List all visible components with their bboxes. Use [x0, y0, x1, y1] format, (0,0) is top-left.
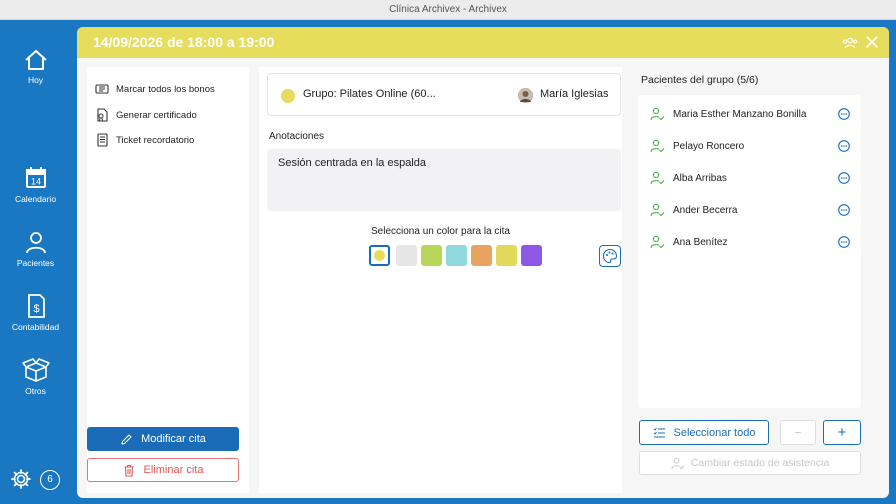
action-label: Ticket recordatorio [116, 134, 195, 146]
nav-item-otros[interactable]: Otros [0, 357, 71, 396]
group-card[interactable]: Grupo: Pilates Online (60... María Igles… [267, 73, 621, 116]
select-all-button[interactable]: Seleccionar todo [639, 420, 769, 445]
color-swatch-selected[interactable] [369, 245, 390, 266]
list-check-icon [653, 427, 665, 438]
change-attendance-button[interactable]: Cambiar estado de asistencia [639, 451, 861, 475]
pencil-icon [121, 433, 132, 445]
reminder-ticket-action[interactable]: Ticket recordatorio [95, 133, 194, 147]
attendance-label: Cambiar estado de asistencia [690, 457, 830, 469]
list-item[interactable]: Alba Arribas [650, 168, 850, 188]
list-item[interactable]: Pelayo Roncero [650, 136, 850, 156]
delete-appointment-button[interactable]: Eliminar cita [87, 458, 239, 482]
receipt-icon [97, 133, 108, 147]
annotations-field[interactable]: Sesión centrada en la espalda [267, 149, 621, 211]
color-swatch[interactable] [471, 245, 492, 266]
patient-name: Pelayo Roncero [673, 140, 745, 152]
actions-panel: Marcar todos los bonos Generar certifica… [87, 67, 249, 493]
patient-name: Ana Benítez [673, 236, 728, 248]
avatar [518, 88, 533, 103]
user-check-icon [650, 235, 665, 249]
nav-label: Contabilidad [11, 322, 60, 332]
color-swatch[interactable] [446, 245, 467, 266]
more-options-icon[interactable] [838, 204, 850, 216]
modify-appointment-button[interactable]: Modificar cita [87, 427, 239, 451]
patient-name: Maria Esther Manzano Bonilla [673, 108, 807, 120]
palette-icon [602, 248, 618, 264]
nav-item-calendario[interactable]: 14 Calendario [0, 165, 71, 204]
notification-badge[interactable]: 6 [40, 470, 60, 490]
nav-label: Pacientes [16, 258, 55, 268]
home-icon [24, 50, 47, 70]
box-icon [21, 358, 50, 382]
trash-icon [124, 464, 134, 477]
modal-title: 14/09/2026 de 18:00 a 19:00 [93, 34, 275, 50]
more-options-icon[interactable] [838, 172, 850, 184]
color-picker-label: Selecciona un color para la cita [371, 226, 510, 237]
appointment-modal: 14/09/2026 de 18:00 a 19:00 Marcar todos… [77, 27, 889, 498]
invoice-icon: $ [27, 294, 45, 318]
action-label: Generar certificado [116, 109, 197, 121]
patient-name: Ander Becerra [673, 204, 738, 216]
user-check-icon [650, 107, 665, 121]
ticket-icon [95, 84, 109, 94]
patients-list: Maria Esther Manzano Bonilla Pelayo Ronc… [638, 95, 861, 408]
modify-label: Modificar cita [141, 433, 206, 445]
appointment-details: Grupo: Pilates Online (60... María Igles… [259, 67, 622, 493]
certificate-icon [97, 108, 108, 122]
add-patient-button[interactable]: + [823, 420, 861, 445]
remove-patient-button[interactable]: − [780, 420, 816, 445]
list-item[interactable]: Ana Benítez [650, 232, 850, 252]
patients-panel: Pacientes del grupo (5/6) Maria Esther M… [632, 67, 882, 493]
gear-icon [11, 469, 31, 489]
action-label: Marcar todos los bonos [116, 83, 215, 95]
more-options-icon[interactable] [838, 108, 850, 120]
color-swatch[interactable] [496, 245, 517, 266]
patient-name: Alba Arribas [673, 172, 727, 184]
user-check-icon [650, 203, 665, 217]
therapist-name: María Iglesias [540, 88, 609, 100]
settings-button[interactable] [10, 468, 32, 495]
user-check-icon [671, 457, 685, 469]
mark-all-vouchers-action[interactable]: Marcar todos los bonos [95, 83, 215, 95]
modal-header: 14/09/2026 de 18:00 a 19:00 [77, 27, 889, 58]
user-check-icon [650, 171, 665, 185]
sidebar: Hoy 14 Calendario Pacientes $ Contabilid… [0, 20, 71, 504]
select-all-label: Seleccionar todo [673, 426, 756, 439]
user-icon [25, 232, 46, 254]
nav-item-contabilidad[interactable]: $ Contabilidad [0, 293, 71, 332]
calendar-day: 14 [30, 177, 40, 187]
more-options-icon[interactable] [838, 140, 850, 152]
color-swatch[interactable] [521, 245, 542, 266]
nav-label: Calendario [14, 194, 57, 204]
list-item[interactable]: Maria Esther Manzano Bonilla [650, 104, 850, 124]
more-options-icon[interactable] [838, 236, 850, 248]
close-icon[interactable] [865, 35, 879, 49]
nav-label: Otros [25, 386, 46, 396]
custom-color-button[interactable] [599, 245, 621, 267]
color-swatch[interactable] [396, 245, 417, 266]
user-check-icon [650, 139, 665, 153]
generate-certificate-action[interactable]: Generar certificado [95, 108, 197, 122]
list-item[interactable]: Ander Becerra [650, 200, 850, 220]
group-color-dot [281, 89, 295, 103]
calendar-icon: 14 [25, 167, 46, 188]
group-name: Grupo: Pilates Online (60... [303, 88, 436, 100]
svg-text:$: $ [33, 303, 39, 315]
window-title: Clínica Archivex - Archivex [0, 0, 896, 20]
nav-item-pacientes[interactable]: Pacientes [0, 229, 71, 268]
delete-label: Eliminar cita [143, 464, 204, 476]
nav-label: Hoy [27, 75, 44, 85]
nav-item-hoy[interactable]: Hoy [0, 48, 71, 85]
color-swatch[interactable] [421, 245, 442, 266]
group-users-icon[interactable] [842, 35, 858, 51]
patients-title: Pacientes del grupo (5/6) [641, 74, 759, 86]
annotations-label: Anotaciones [269, 131, 325, 142]
